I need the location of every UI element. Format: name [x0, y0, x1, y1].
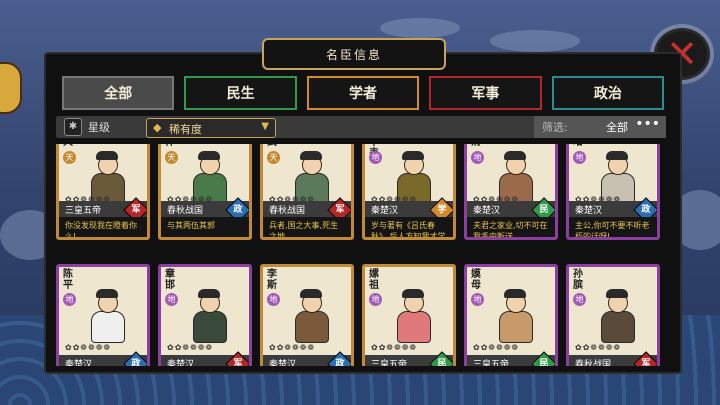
department-label: 政: [131, 359, 141, 366]
minister-card[interactable]: 嫘祖地 ✿✿❁❁❁❁ 三皇五帝 民: [362, 264, 456, 366]
minister-portrait: [393, 289, 433, 343]
minister-name: 增: [573, 144, 587, 148]
origin-label: 秦楚汉: [167, 360, 195, 366]
origin-label: 春秋战国: [575, 360, 612, 366]
minister-grid: 天天✿✿❁❁❁❁三皇五帝军你没发现我在瞪着你么!仲天✿✿❁❁❁❁春秋战国政与其两…: [56, 144, 666, 366]
minister-card[interactable]: 孙膑地 ✿✿❁❁❁❁ 春秋战国 军: [566, 264, 660, 366]
star-filter-label[interactable]: 星级: [88, 119, 110, 135]
minister-name: 章邯: [165, 269, 175, 291]
origin-label: 春秋战国: [269, 206, 306, 216]
minister-name: 嫫母: [471, 269, 481, 291]
minister-name: 天: [63, 144, 77, 148]
department-label: 军: [233, 359, 243, 366]
minister-quote: 与其两伍其郭: [161, 217, 249, 237]
origin-label: 三皇五帝: [371, 360, 408, 366]
tab-2[interactable]: 学者: [306, 76, 420, 110]
minister-card[interactable]: 清地✿✿❁❁❁❁秦楚汉民夫君之家业,切不可在我手中断送: [464, 144, 558, 240]
rank-badge: 地: [267, 293, 280, 306]
minister-quote: 岁与著有《吕氏春秋》,后人方知我才学: [365, 217, 453, 237]
minister-portrait: [189, 289, 229, 343]
side-menu-button[interactable]: [0, 62, 22, 114]
rank-badge: 地: [369, 293, 382, 306]
origin-label: 三皇五帝: [473, 360, 510, 366]
minister-card[interactable]: 不韦地✿✿❁❁❁❁秦楚汉学岁与著有《吕氏春秋》,后人方知我才学: [362, 144, 456, 240]
department-label: 学: [437, 205, 447, 215]
department-label: 民: [539, 359, 549, 366]
origin-label: 三皇五帝: [65, 206, 102, 216]
rank-badge: 天: [267, 151, 280, 164]
department-label: 军: [641, 359, 651, 366]
star-pips: ✿✿❁❁❁❁: [269, 343, 316, 352]
minister-name: 武: [267, 144, 281, 148]
star-pips: ✿✿❁❁❁❁: [167, 343, 214, 352]
department-label: 政: [335, 359, 345, 366]
rank-badge: 地: [369, 151, 382, 164]
rank-badge: 地: [471, 151, 484, 164]
filter-label: 筛选:: [542, 121, 568, 134]
filter-dropdown[interactable]: 筛选: 全部 •••: [534, 116, 666, 138]
rank-badge: 地: [471, 293, 484, 306]
rank-badge: 地: [573, 293, 586, 306]
minister-quote: 主公,你可不要不听老朽的话呀!: [569, 217, 657, 237]
minister-name: 孙膑: [573, 269, 583, 291]
star-pips: ✿✿❁❁❁❁: [473, 343, 520, 352]
origin-label: 秦楚汉: [473, 206, 501, 216]
minister-portrait: [87, 289, 127, 343]
minister-portrait: [495, 289, 535, 343]
star-pips: ✿✿❁❁❁❁: [575, 343, 622, 352]
filter-value: 全部: [606, 121, 628, 134]
rank-badge: 天: [63, 151, 76, 164]
rank-badge: 天: [165, 151, 178, 164]
category-tabs: 全部 民生 学者 军事 政治: [62, 76, 665, 110]
star-pips: ✿✿❁❁❁❁: [65, 343, 112, 352]
department-label: 政: [233, 205, 243, 215]
minister-card[interactable]: 陈平地 ✿✿❁❁❁❁ 秦楚汉 政: [56, 264, 150, 366]
panel-title: 名臣信息: [262, 38, 446, 70]
department-label: 政: [641, 205, 651, 215]
more-icon[interactable]: •••: [635, 116, 660, 132]
star-pips: ✿✿❁❁❁❁: [371, 343, 418, 352]
minister-name: 清: [471, 144, 485, 148]
rank-badge: 地: [63, 293, 76, 306]
minister-card[interactable]: 嫫母地 ✿✿❁❁❁❁ 三皇五帝 民: [464, 264, 558, 366]
origin-label: 秦楚汉: [65, 360, 93, 366]
diamond-icon: ◆: [153, 121, 162, 134]
sort-dropdown[interactable]: ◆ 稀有度 ▼: [146, 118, 276, 138]
minister-card[interactable]: 仲天✿✿❁❁❁❁春秋战国政与其两伍其郭: [158, 144, 252, 240]
minister-quote: 夫君之家业,切不可在我手中断送: [467, 217, 555, 237]
minister-card[interactable]: 增地✿✿❁❁❁❁秦楚汉政主公,你可不要不听老朽的话呀!: [566, 144, 660, 240]
filter-bar: ✱ 星级 ◆ 稀有度 ▼ 筛选: 全部 •••: [56, 116, 666, 138]
origin-label: 秦楚汉: [575, 206, 603, 216]
chevron-down-icon: ▼: [261, 121, 269, 132]
tab-1[interactable]: 民生: [184, 76, 297, 110]
sort-label: 稀有度: [169, 123, 202, 136]
department-label: 军: [335, 205, 345, 215]
department-label: 民: [539, 205, 549, 215]
minister-name: 嫘祖: [369, 269, 379, 291]
star-filter-icon[interactable]: ✱: [64, 118, 82, 136]
minister-card[interactable]: 天天✿✿❁❁❁❁三皇五帝军你没发现我在瞪着你么!: [56, 144, 150, 240]
origin-label: 秦楚汉: [269, 360, 297, 366]
minister-card[interactable]: 李斯地 ✿✿❁❁❁❁ 秦楚汉 政: [260, 264, 354, 366]
department-label: 军: [131, 205, 141, 215]
origin-label: 秦楚汉: [371, 206, 399, 216]
minister-card[interactable]: 章邯地 ✿✿❁❁❁❁ 秦楚汉 军: [158, 264, 252, 366]
tab-4[interactable]: 政治: [551, 76, 665, 110]
rank-badge: 地: [573, 151, 586, 164]
tab-3[interactable]: 军事: [429, 76, 542, 110]
minister-name: 仲: [165, 144, 179, 148]
minister-name: 李斯: [267, 269, 277, 291]
minister-quote: 兵者,国之大事,死生之地: [263, 217, 351, 237]
minister-portrait: [291, 289, 331, 343]
minister-card[interactable]: 武天✿✿❁❁❁❁春秋战国军兵者,国之大事,死生之地: [260, 144, 354, 240]
minister-name: 陈平: [63, 269, 73, 291]
tab-0[interactable]: 全部: [62, 76, 175, 110]
rank-badge: 地: [165, 293, 178, 306]
minister-portrait: [597, 289, 637, 343]
department-label: 民: [437, 359, 447, 366]
origin-label: 春秋战国: [167, 206, 204, 216]
minister-quote: 你没发现我在瞪着你么!: [59, 217, 147, 237]
